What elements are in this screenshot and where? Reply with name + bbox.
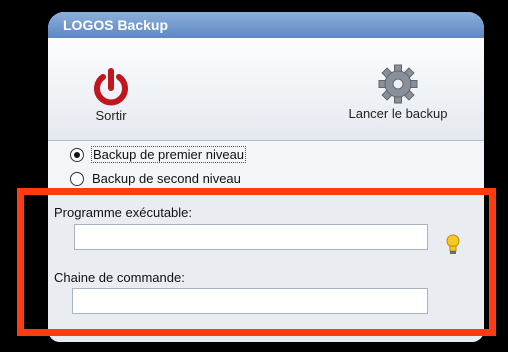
run-backup-label: Lancer le backup bbox=[348, 106, 448, 121]
radio-first-level[interactable]: Backup de premier niveau bbox=[70, 146, 247, 163]
exit-label: Sortir bbox=[95, 108, 127, 123]
command-label: Chaine de commande: bbox=[54, 270, 185, 285]
window-title: LOGOS Backup bbox=[63, 17, 169, 33]
executable-input[interactable] bbox=[74, 224, 428, 250]
executable-label: Programme exécutable: bbox=[54, 205, 193, 220]
radio-second-level-label: Backup de second niveau bbox=[92, 171, 241, 186]
backup-level-group: Backup de premier niveau Backup de secon… bbox=[48, 141, 484, 191]
radio-button-checked[interactable] bbox=[70, 147, 84, 162]
gear-icon bbox=[378, 64, 418, 104]
toolbar: Sortir Lancer le backup bbox=[48, 38, 484, 141]
command-input[interactable] bbox=[72, 288, 428, 314]
run-backup-button[interactable]: Lancer le backup bbox=[333, 62, 463, 121]
lightbulb-icon[interactable] bbox=[445, 234, 461, 256]
radio-first-level-label: Backup de premier niveau bbox=[90, 146, 247, 163]
backup-window: LOGOS Backup Sortir Lancer le backup Bac… bbox=[48, 12, 484, 342]
title-bar: LOGOS Backup bbox=[48, 12, 484, 38]
parameters-panel: Programme exécutable: Chaine de commande… bbox=[48, 192, 484, 342]
exit-button[interactable]: Sortir bbox=[76, 68, 146, 123]
power-icon bbox=[94, 68, 128, 106]
radio-second-level[interactable]: Backup de second niveau bbox=[70, 171, 241, 186]
radio-button-unchecked[interactable] bbox=[70, 171, 84, 186]
